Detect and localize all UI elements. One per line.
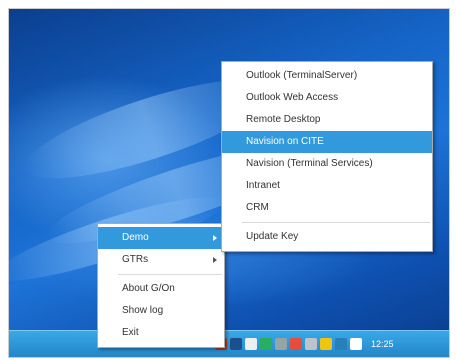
submenu-item-label: CRM (246, 202, 269, 213)
menu-separator (118, 274, 222, 275)
taskbar-clock[interactable]: 12:25 (371, 339, 394, 349)
system-tray: 12:25 (209, 332, 449, 356)
submenu-item-outlook-web[interactable]: Outlook Web Access (222, 87, 432, 109)
submenu-item-intranet[interactable]: Intranet (222, 175, 432, 197)
submenu-item-navision-cite[interactable]: Navision on CITE (222, 131, 432, 153)
submenu-item-label: Intranet (246, 180, 280, 191)
menu-item-exit[interactable]: Exit (98, 322, 224, 344)
red-tray-icon[interactable] (290, 338, 302, 350)
menu-item-show-log[interactable]: Show log (98, 300, 224, 322)
submenu-item-remote-desktop[interactable]: Remote Desktop (222, 109, 432, 131)
network-tray-icon[interactable] (275, 338, 287, 350)
monitor-tray-icon[interactable] (305, 338, 317, 350)
desktop: 12:25 Demo GTRs About G/On Show log Exit… (8, 8, 450, 358)
taskbar: 12:25 (9, 330, 449, 357)
submenu-item-label: Remote Desktop (246, 114, 321, 125)
submenu-item-update-key[interactable]: Update Key (222, 226, 432, 248)
menu-item-gtrs[interactable]: GTRs (98, 249, 224, 271)
submenu-arrow-icon (213, 235, 217, 241)
green-tray-icon[interactable] (260, 338, 272, 350)
menu-separator (242, 222, 430, 223)
arrow-tray-icon[interactable] (230, 338, 242, 350)
menu-item-label: Demo (122, 232, 149, 243)
menu-item-label: Exit (122, 327, 139, 338)
submenu-item-label: Outlook Web Access (246, 92, 339, 103)
menu-item-demo[interactable]: Demo (98, 227, 224, 249)
menu-item-label: GTRs (122, 254, 149, 265)
submenu-item-navision-terminal[interactable]: Navision (Terminal Services) (222, 153, 432, 175)
submenu-item-label: Navision (Terminal Services) (246, 158, 373, 169)
menu-item-label: Show log (122, 305, 164, 316)
menu-item-label: About G/On (122, 283, 175, 294)
submenu-item-label: Update Key (246, 231, 299, 242)
submenu-item-crm[interactable]: CRM (222, 197, 432, 219)
menu-item-about[interactable]: About G/On (98, 278, 224, 300)
submenu-item-label: Navision on CITE (246, 136, 324, 147)
tray-context-menu: Demo GTRs About G/On Show log Exit (97, 223, 225, 348)
submenu-item-outlook-terminal[interactable]: Outlook (TerminalServer) (222, 65, 432, 87)
shield-tray-icon[interactable] (335, 338, 347, 350)
submenu-arrow-icon (213, 257, 217, 263)
demo-submenu: Outlook (TerminalServer) Outlook Web Acc… (221, 61, 433, 252)
submenu-item-label: Outlook (TerminalServer) (246, 70, 358, 81)
volume-tray-icon[interactable] (320, 338, 332, 350)
dot-tray-icon[interactable] (350, 338, 362, 350)
clock-tray-icon[interactable] (245, 338, 257, 350)
